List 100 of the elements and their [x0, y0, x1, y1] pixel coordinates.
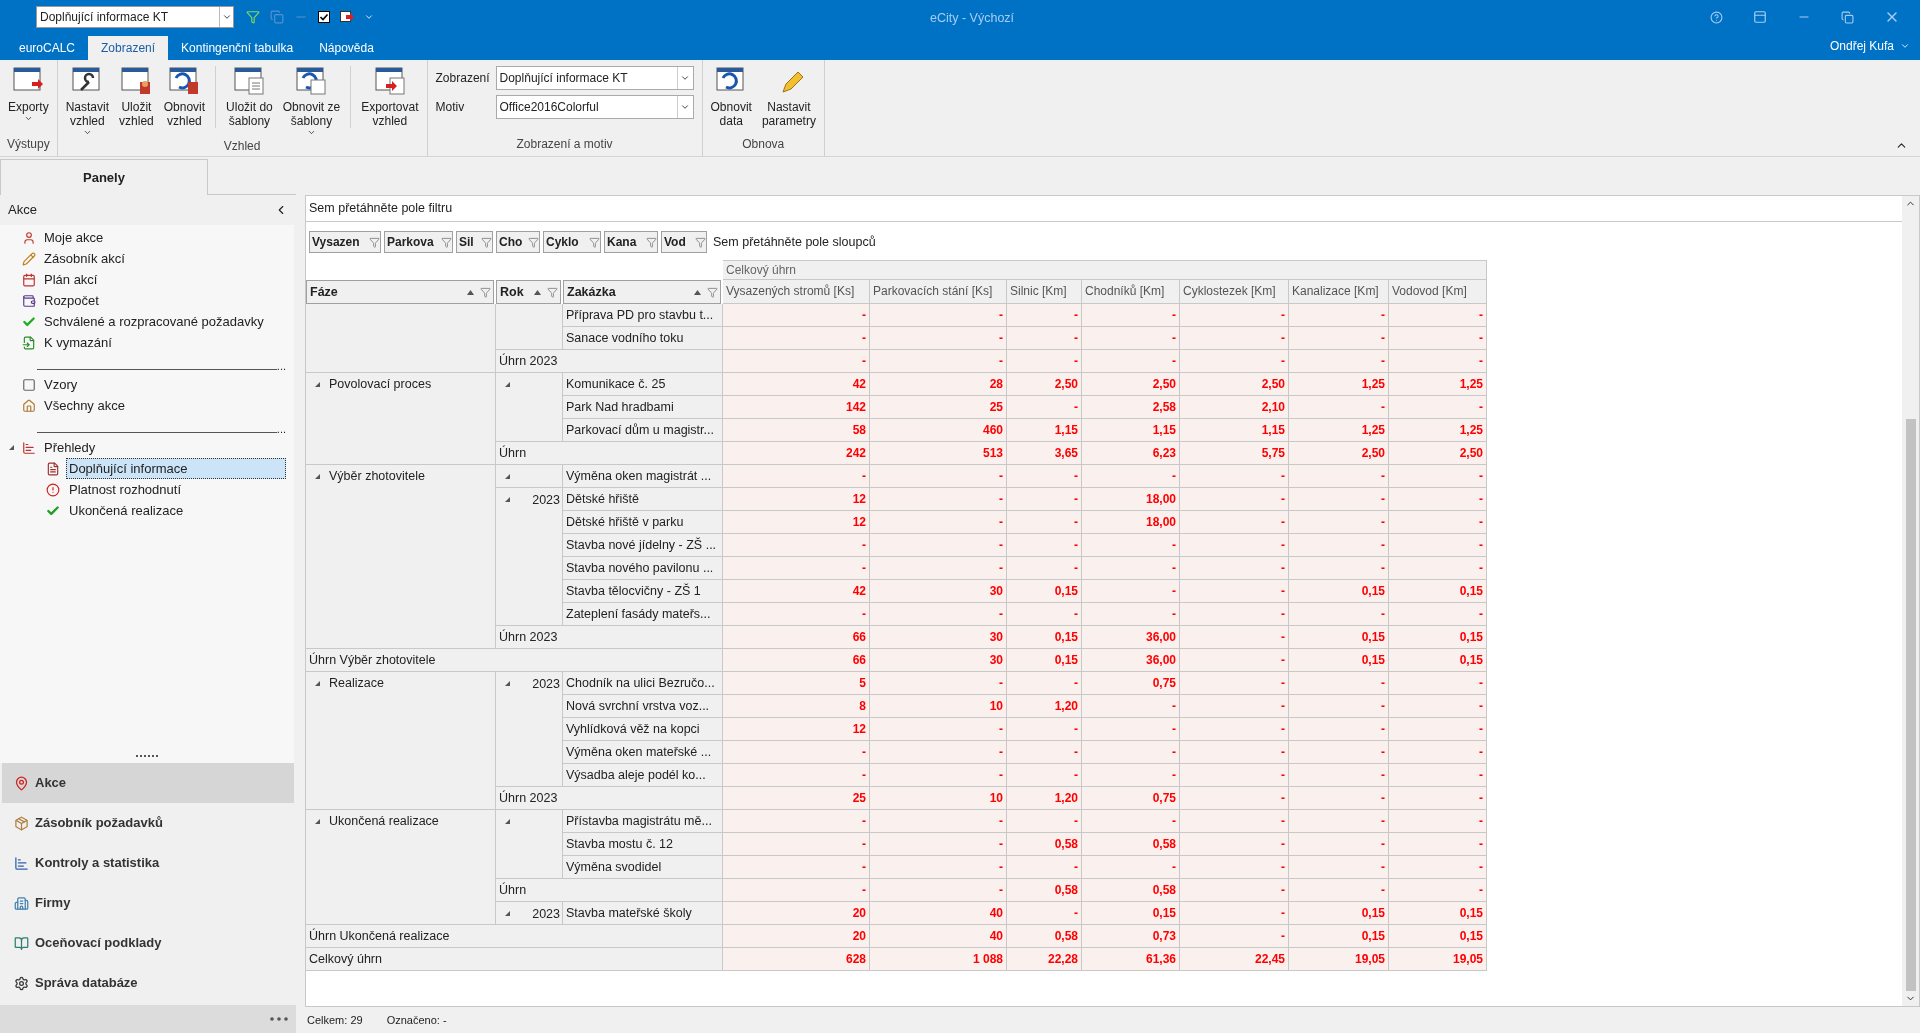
column-header: Parkovacích stání [Ks] — [870, 280, 1007, 304]
restore-icon[interactable] — [1841, 10, 1854, 24]
window-icon — [373, 64, 406, 96]
nav-button[interactable]: Firmy — [2, 883, 294, 923]
nav-button[interactable]: Správa databáze — [2, 963, 294, 1003]
tree-item[interactable]: Přehledy — [42, 437, 98, 458]
value-cell: - — [1180, 856, 1289, 879]
expanded-icon[interactable] — [314, 381, 321, 388]
expanded-icon[interactable] — [504, 381, 511, 388]
ribbon-tab[interactable]: euroCALC — [6, 36, 89, 60]
combo-box[interactable]: Office2016Colorful — [495, 95, 694, 119]
value-cell: - — [1389, 856, 1487, 879]
field-button[interactable]: Sil — [456, 231, 493, 253]
splitter-grip-icon[interactable] — [136, 755, 158, 758]
expanded-icon[interactable] — [314, 473, 321, 480]
tree-item[interactable]: Všechny akce — [42, 395, 127, 416]
value-cell: - — [870, 557, 1007, 580]
value-cell: - — [1289, 695, 1389, 718]
ribbon-tab[interactable]: Kontingenční tabulka — [168, 36, 307, 60]
ribbon-button[interactable]: Exportovat vzhled — [357, 64, 423, 128]
tree-item[interactable]: Schválené a rozpracované požadavky — [42, 311, 266, 332]
ribbon-button[interactable]: Uložit vzhled — [115, 64, 158, 128]
combo-box[interactable]: Doplňující informace KT — [495, 66, 694, 90]
year-header-cell — [496, 304, 563, 350]
export-icon[interactable] — [340, 11, 354, 23]
row-field-header[interactable]: Fáze — [306, 280, 494, 304]
vertical-scrollbar[interactable] — [1902, 196, 1919, 1006]
row-field-header[interactable]: Zakázka — [563, 280, 721, 304]
order-cell: Vyhlídková věž na kopci — [563, 718, 723, 741]
value-cell: 0,15 — [1289, 902, 1389, 925]
ribbon-button[interactable]: Obnovit ze šablony — [278, 64, 345, 137]
field-button[interactable]: Parkova — [384, 231, 453, 253]
help-icon[interactable] — [1710, 10, 1723, 24]
tree-item[interactable]: Platnost rozhodnutí — [66, 478, 286, 501]
value-cell: - — [1007, 603, 1082, 626]
tree-item[interactable]: Doplňující informace — [66, 457, 286, 480]
value-cell: 2,50 — [1082, 373, 1180, 396]
value-cell: 42 — [723, 373, 870, 396]
tree-item[interactable]: Zásobník akcí — [42, 248, 127, 269]
nav-button[interactable]: Zásobník požadavků — [2, 803, 294, 843]
value-cell: - — [1289, 396, 1389, 419]
tree-item[interactable]: Plán akcí — [42, 269, 100, 290]
ribbon-button[interactable]: Exporty — [4, 64, 53, 123]
user-menu[interactable]: Ondřej Kufa — [1829, 37, 1910, 55]
ribbon-tab[interactable]: Nápověda — [306, 36, 387, 60]
value-cell: - — [1007, 764, 1082, 787]
value-cell: 0,15 — [1082, 902, 1180, 925]
value-cell: - — [1180, 580, 1289, 603]
value-cell: 0,15 — [1289, 925, 1389, 948]
panel-tab[interactable]: Panely — [0, 159, 208, 195]
value-cell: 0,15 — [1389, 925, 1487, 948]
tree-item[interactable]: Vzory — [42, 374, 80, 395]
expanded-icon[interactable] — [504, 680, 511, 687]
nav-button[interactable]: Kontroly a statistika — [2, 843, 294, 883]
ribbon-display-icon[interactable] — [1753, 10, 1767, 24]
value-cell: - — [1007, 327, 1082, 350]
value-cell: 12 — [723, 511, 870, 534]
ribbon-button[interactable]: Nastavit vzhled — [61, 64, 114, 137]
field-button[interactable]: Vysazen — [309, 231, 381, 253]
value-cell: 0,15 — [1389, 902, 1487, 925]
check-icon — [46, 503, 60, 518]
checkbox-icon[interactable] — [318, 11, 330, 23]
ribbon-button[interactable]: Obnovit vzhled — [159, 64, 210, 128]
field-button[interactable]: Kana — [604, 231, 658, 253]
value-cell: 36,00 — [1082, 626, 1180, 649]
phase-label: Povolovací proces — [329, 376, 432, 393]
ribbon-tab[interactable]: Zobrazení — [88, 36, 169, 60]
nav-button[interactable]: Akce — [2, 763, 294, 803]
tree-item[interactable]: Rozpočet — [42, 290, 101, 311]
expanded-icon[interactable] — [314, 818, 321, 825]
expanded-icon[interactable] — [504, 818, 511, 825]
value-cell: 1,25 — [1389, 419, 1487, 442]
box-icon — [14, 815, 29, 831]
field-button[interactable]: Cyklo — [543, 231, 601, 253]
ribbon-button[interactable]: Nastavit parametry — [757, 64, 820, 128]
expanded-icon[interactable] — [8, 444, 15, 451]
nav-button[interactable]: Oceňovací podklady — [2, 923, 294, 963]
expanded-icon[interactable] — [504, 910, 511, 917]
ribbon-button[interactable]: Uložit do šablony — [222, 64, 277, 128]
sort-ascending-icon — [467, 288, 474, 296]
filter-icon[interactable] — [246, 10, 260, 24]
value-cell: - — [1289, 741, 1389, 764]
filter-drop-hint: Sem přetáhněte pole filtru — [309, 200, 453, 218]
expanded-icon[interactable] — [314, 680, 321, 687]
subtotal-label: Úhrn 2023 — [496, 626, 723, 649]
group-label: Výstupy — [6, 136, 51, 153]
tree-item[interactable]: Ukončená realizace — [66, 499, 286, 522]
value-cell: 2,58 — [1082, 396, 1180, 419]
expanded-icon[interactable] — [504, 496, 511, 503]
view-combo[interactable]: Doplňující informace KT — [36, 6, 234, 28]
tree-item[interactable]: Moje akce — [42, 227, 106, 248]
value-cell: - — [1007, 718, 1082, 741]
customize-icon[interactable] — [364, 12, 374, 22]
more-icon[interactable] — [270, 1017, 288, 1021]
row-field-header[interactable]: Rok — [496, 280, 561, 304]
ribbon-button[interactable]: Obnovit data — [706, 64, 756, 128]
expanded-icon[interactable] — [504, 473, 511, 480]
tree-item[interactable]: K vymazání — [42, 332, 114, 353]
field-button[interactable]: Vod — [661, 231, 707, 253]
field-button[interactable]: Cho — [496, 231, 540, 253]
